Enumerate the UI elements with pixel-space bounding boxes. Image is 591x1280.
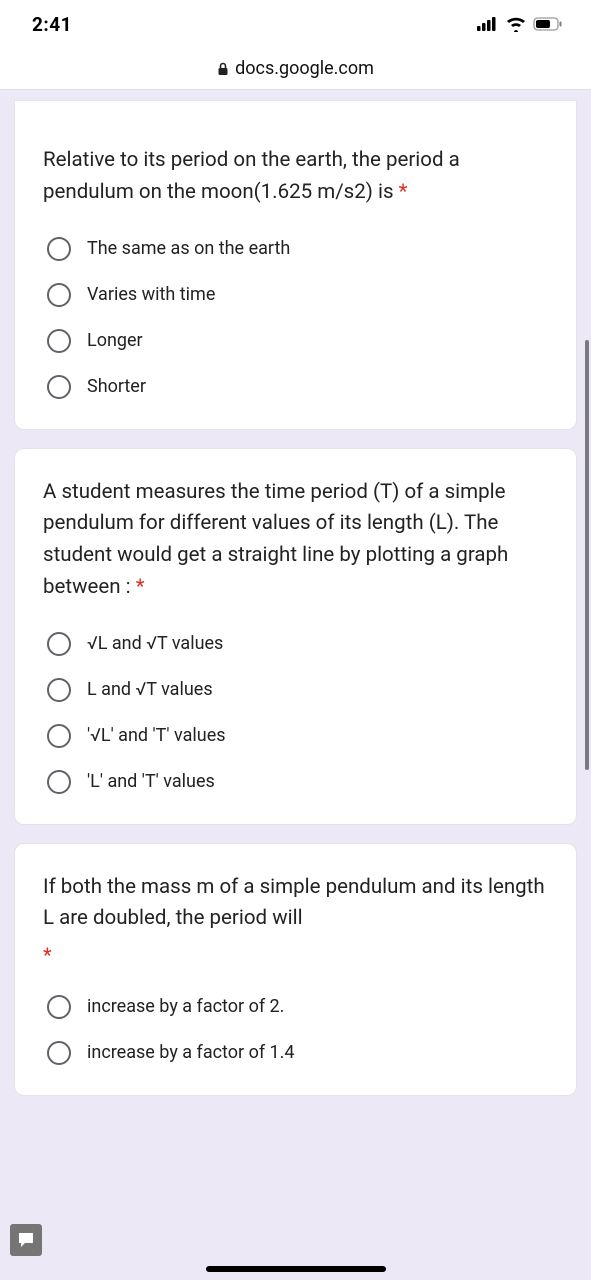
required-mark: *: [136, 575, 145, 599]
battery-icon: [533, 17, 563, 31]
radio-icon: [47, 724, 71, 748]
feedback-button[interactable]: [10, 1224, 42, 1256]
option-label: Shorter: [87, 375, 146, 398]
radio-icon: [47, 678, 71, 702]
option-label: 'L' and 'T' values: [87, 770, 215, 793]
option-label: The same as on the earth: [87, 237, 290, 260]
radio-option[interactable]: 'L' and 'T' values: [47, 770, 548, 794]
radio-option[interactable]: Longer: [47, 329, 548, 353]
option-label: Longer: [87, 329, 143, 352]
radio-icon: [47, 283, 71, 307]
option-label: increase by a factor of 1.4: [87, 1041, 295, 1064]
option-label: Varies with time: [87, 283, 215, 306]
options-group: increase by a factor of 2. increase by a…: [43, 995, 548, 1065]
question-text: If both the mass m of a simple pendulum …: [43, 872, 548, 936]
wifi-icon: [505, 16, 527, 32]
question-card: Relative to its period on the earth, the…: [14, 100, 577, 430]
radio-icon: [47, 632, 71, 656]
radio-icon: [47, 237, 71, 261]
option-label: '√L' and 'T' values: [87, 724, 226, 747]
url-bar[interactable]: docs.google.com: [0, 48, 591, 90]
radio-option[interactable]: '√L' and 'T' values: [47, 724, 548, 748]
status-icons: [477, 16, 563, 32]
option-label: increase by a factor of 2.: [87, 995, 284, 1018]
question-card: A student measures the time period (T) o…: [14, 448, 577, 825]
radio-icon: [47, 329, 71, 353]
radio-option[interactable]: increase by a factor of 2.: [47, 995, 548, 1019]
question-card: If both the mass m of a simple pendulum …: [14, 843, 577, 1097]
home-indicator[interactable]: [206, 1266, 386, 1272]
form-content: Relative to its period on the earth, the…: [0, 90, 591, 1280]
scroll-indicator[interactable]: [585, 340, 589, 770]
required-mark: *: [43, 943, 548, 967]
radio-icon: [47, 770, 71, 794]
cellular-icon: [477, 17, 499, 31]
radio-option[interactable]: Shorter: [47, 375, 548, 399]
required-mark: *: [399, 180, 408, 204]
status-bar: 2:41: [0, 0, 591, 48]
question-text: A student measures the time period (T) o…: [43, 477, 548, 604]
status-time: 2:41: [32, 13, 72, 36]
radio-option[interactable]: Varies with time: [47, 283, 548, 307]
option-label: √L and √T values: [87, 632, 223, 655]
option-label: L and √T values: [87, 678, 213, 701]
url-text: docs.google.com: [235, 58, 374, 79]
radio-icon: [47, 1041, 71, 1065]
feedback-icon: [17, 1231, 35, 1249]
radio-icon: [47, 995, 71, 1019]
radio-option[interactable]: The same as on the earth: [47, 237, 548, 261]
options-group: √L and √T values L and √T values '√L' an…: [43, 632, 548, 794]
radio-icon: [47, 375, 71, 399]
radio-option[interactable]: increase by a factor of 1.4: [47, 1041, 548, 1065]
question-text: Relative to its period on the earth, the…: [43, 145, 548, 209]
radio-option[interactable]: √L and √T values: [47, 632, 548, 656]
lock-icon: [217, 62, 229, 76]
options-group: The same as on the earth Varies with tim…: [43, 237, 548, 399]
radio-option[interactable]: L and √T values: [47, 678, 548, 702]
